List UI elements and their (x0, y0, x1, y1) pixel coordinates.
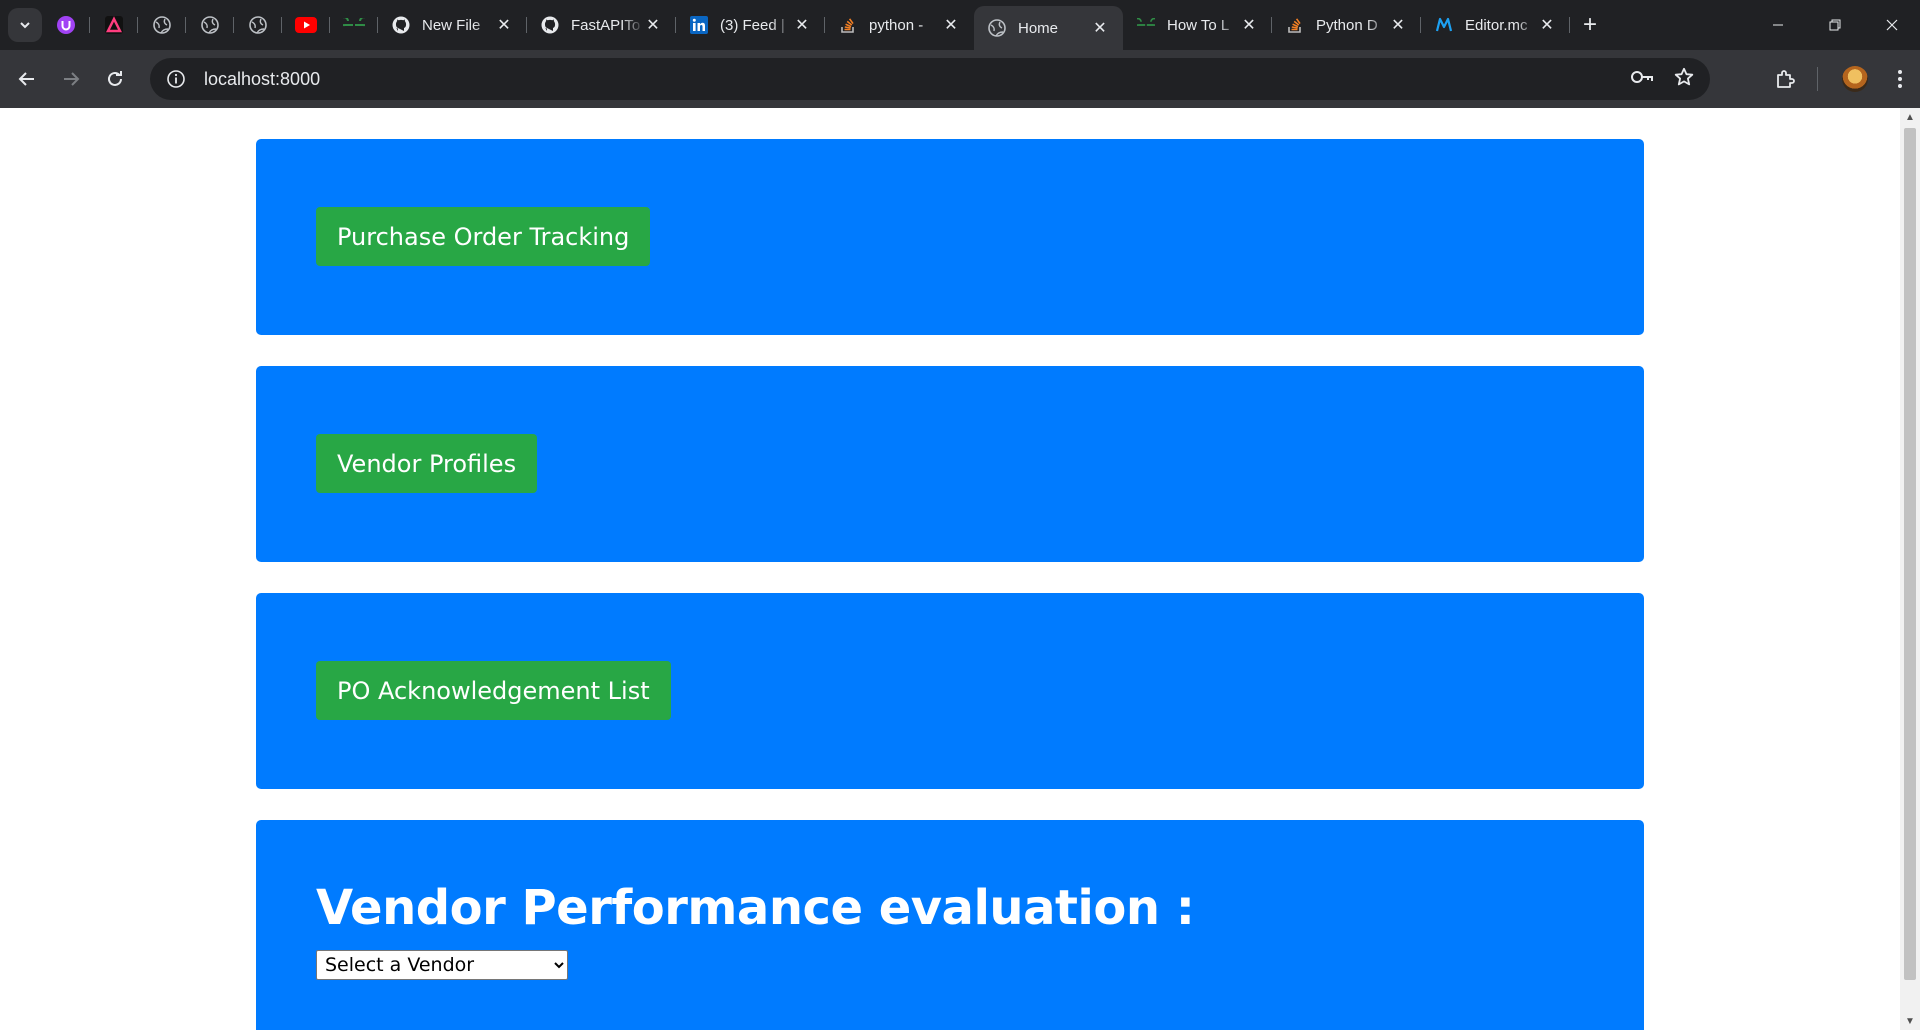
password-key-icon[interactable] (1630, 69, 1654, 90)
tab-new-file[interactable]: New File ✕ (378, 0, 527, 50)
globe-icon (988, 19, 1006, 37)
globe-icon (153, 16, 171, 34)
pinned-tab[interactable] (282, 0, 330, 50)
tab-title: FastAPITo (571, 16, 641, 34)
url-text: localhost:8000 (204, 68, 321, 89)
globe-icon (249, 16, 267, 34)
reload-icon (108, 71, 122, 86)
tab-python-so[interactable]: python - ✕ (825, 0, 974, 50)
po-acknowledgement-list-button[interactable]: PO Acknowledgement List (316, 661, 671, 720)
arrow-right-icon (64, 72, 80, 86)
card-purchase-order: Purchase Order Tracking (256, 139, 1644, 335)
minimize-icon (1772, 24, 1783, 26)
tab-title: New File (422, 16, 481, 34)
scroll-up-icon[interactable]: ▲ (1900, 108, 1920, 126)
tab-title: Python D (1316, 16, 1378, 34)
arrow-left-icon (18, 72, 34, 86)
browser-toolbar: localhost:8000 (0, 50, 1920, 108)
forward-button[interactable] (54, 62, 88, 96)
main-container: Purchase Order Tracking Vendor Profiles … (256, 139, 1644, 1030)
purchase-order-tracking-button[interactable]: Purchase Order Tracking (316, 207, 651, 266)
kebab-menu-icon (1898, 70, 1902, 88)
github-icon (392, 16, 410, 34)
vendor-select[interactable]: Select a Vendor (316, 950, 568, 980)
linkedin-icon (690, 16, 708, 34)
pinned-tab[interactable] (42, 0, 90, 50)
avatar[interactable] (1842, 66, 1868, 92)
close-icon[interactable]: ✕ (495, 15, 513, 35)
pinned-tab[interactable] (90, 0, 138, 50)
scroll-down-icon[interactable]: ▼ (1900, 1012, 1920, 1030)
minimize-button[interactable] (1749, 0, 1806, 50)
scrollbar[interactable]: ▲ ▼ (1900, 108, 1920, 1030)
menu-button[interactable] (1880, 59, 1920, 99)
purple-u-icon (57, 16, 75, 34)
tab-title: python - (869, 16, 924, 34)
new-tab-button[interactable]: + (1570, 0, 1610, 50)
tab-home-active[interactable]: Home ✕ (974, 6, 1123, 50)
extensions-button[interactable] (1765, 59, 1805, 99)
pinned-tab[interactable] (234, 0, 282, 50)
bookmark-star-icon[interactable] (1674, 67, 1694, 92)
restore-icon (1829, 19, 1840, 31)
scrollbar-thumb[interactable] (1904, 128, 1916, 980)
close-icon[interactable]: ✕ (1389, 15, 1407, 35)
card-vendor-profiles: Vendor Profiles (256, 366, 1644, 562)
site-info-icon[interactable] (166, 69, 186, 89)
arc-triangle-icon (105, 16, 123, 34)
evaluation-heading: Vendor Performance evaluation : (316, 880, 1195, 936)
close-icon[interactable]: ✕ (1538, 15, 1556, 35)
window-controls (1749, 0, 1920, 50)
page-viewport: Purchase Order Tracking Vendor Profiles … (0, 108, 1920, 1030)
puzzle-icon (1777, 70, 1795, 88)
card-vendor-evaluation: Vendor Performance evaluation : Select a… (256, 820, 1644, 1030)
pinned-tab[interactable] (330, 0, 378, 50)
chevron-down-icon (20, 22, 30, 29)
pinned-tab[interactable] (138, 0, 186, 50)
tab-python-d[interactable]: Python D ✕ (1272, 0, 1421, 50)
close-icon[interactable]: ✕ (644, 15, 662, 35)
tab-strip: New File ✕ FastAPITo ✕ (3) Feed | ✕ pyth… (0, 0, 1920, 50)
geeksforgeeks-icon (343, 18, 365, 27)
close-icon (1886, 19, 1897, 31)
tab-fastapi[interactable]: FastAPITo ✕ (527, 0, 676, 50)
stackoverflow-icon (841, 18, 854, 33)
tab-linkedin-feed[interactable]: (3) Feed | ✕ (676, 0, 825, 50)
close-icon[interactable]: ✕ (1091, 18, 1109, 38)
close-window-button[interactable] (1863, 0, 1920, 50)
close-icon[interactable]: ✕ (793, 15, 811, 35)
medium-icon (1435, 17, 1453, 32)
pinned-tab[interactable] (186, 0, 234, 50)
tab-editor-md[interactable]: Editor.mc ✕ (1421, 0, 1570, 50)
tab-title: (3) Feed | (720, 16, 785, 34)
reload-button[interactable] (98, 62, 132, 96)
toolbar-right (1765, 50, 1920, 108)
tab-title: Editor.mc (1465, 16, 1528, 34)
close-icon[interactable]: ✕ (1240, 15, 1258, 35)
tab-search-button[interactable] (8, 8, 42, 42)
stackoverflow-icon (1288, 18, 1301, 33)
card-po-acknowledgement: PO Acknowledgement List (256, 593, 1644, 789)
tab-how-to[interactable]: How To L ✕ (1123, 0, 1272, 50)
restore-button[interactable] (1806, 0, 1863, 50)
vendor-profiles-button[interactable]: Vendor Profiles (316, 434, 538, 493)
back-button[interactable] (10, 62, 44, 96)
youtube-icon (295, 17, 317, 33)
geeksforgeeks-icon (1137, 18, 1155, 26)
plus-icon: + (1582, 11, 1597, 38)
close-icon[interactable]: ✕ (942, 15, 960, 35)
globe-icon (201, 16, 219, 34)
tab-title: Home (1018, 19, 1059, 37)
toolbar-divider (1817, 67, 1818, 91)
tab-title: How To L (1167, 16, 1230, 34)
github-icon (541, 16, 559, 34)
address-bar[interactable]: localhost:8000 (150, 58, 1710, 100)
